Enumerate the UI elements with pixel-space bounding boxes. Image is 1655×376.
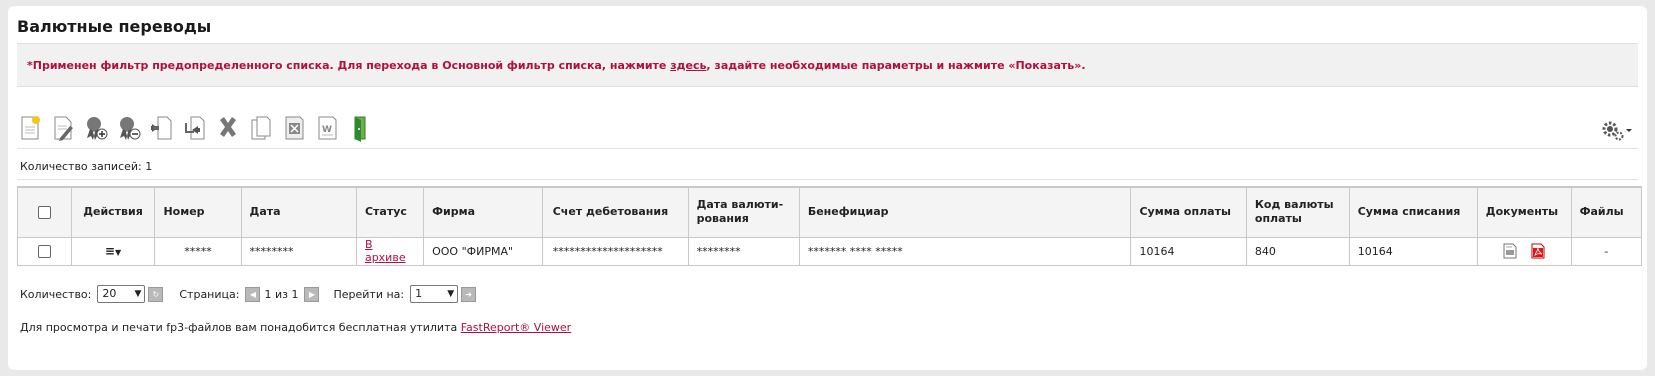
goto-label: Перейти на:	[333, 287, 405, 301]
select-all-checkbox[interactable]	[37, 205, 51, 219]
header-firm[interactable]: Фирма	[423, 186, 543, 238]
edit-document-icon[interactable]	[50, 114, 76, 142]
table-row[interactable]: ≡▼ ***** ******** В архиве ООО "ФИРМА" *…	[17, 236, 1643, 266]
row-number: *****	[154, 236, 242, 266]
copy-icon[interactable]	[248, 114, 274, 142]
records-count: Количество записей: 1	[20, 160, 153, 173]
quantity-value: 20	[102, 287, 117, 300]
svg-text:W: W	[322, 125, 332, 135]
page-title: Валютные переводы	[17, 17, 212, 36]
row-checkbox[interactable]	[37, 244, 51, 258]
word-icon[interactable]: W	[314, 114, 340, 142]
header-actions[interactable]: Действия	[70, 186, 156, 238]
row-status-cell: В архиве	[355, 236, 425, 266]
document-print-icon[interactable]	[1502, 243, 1518, 259]
select-all-header	[17, 186, 72, 238]
fastreport-link[interactable]: FastReport® Viewer	[461, 321, 571, 334]
chevron-down-icon	[1626, 129, 1632, 132]
prev-page-icon[interactable]: ◀	[245, 286, 261, 302]
row-debit-sum: 10164	[1348, 236, 1478, 266]
row-currency-code: 840	[1245, 236, 1350, 266]
footer-note: Для просмотра и печати fp3-файлов вам по…	[20, 321, 571, 334]
header-payment-sum[interactable]: Сумма оплаты	[1130, 186, 1247, 238]
table-header-row: Действия Номер Дата Статус Фирма Счет де…	[17, 186, 1643, 238]
send-icon[interactable]	[149, 114, 175, 142]
header-files: Файлы	[1570, 186, 1643, 238]
sign-remove-icon[interactable]	[116, 114, 142, 142]
chevron-down-icon: ▼	[134, 289, 142, 299]
page-value: 1 из 1	[264, 287, 299, 301]
row-payment-sum: 10164	[1130, 236, 1247, 266]
header-currency-date[interactable]: Дата валюти-рования	[687, 186, 800, 238]
header-number[interactable]: Номер	[154, 186, 242, 238]
header-debit-account[interactable]: Счет дебетования	[541, 186, 689, 238]
settings-button[interactable]	[1599, 119, 1633, 143]
main-panel: Валютные переводы *Применен фильтр предо…	[8, 6, 1647, 370]
divider	[17, 179, 1638, 180]
row-status-link[interactable]: В архиве	[365, 238, 406, 264]
next-page-icon[interactable]: ▶	[304, 286, 320, 302]
quantity-select[interactable]: 20 ▼	[97, 285, 146, 303]
notice-text-after: , задайте необходимые параметры и нажмит…	[706, 59, 1086, 72]
actions-menu-icon[interactable]: ≡▼	[105, 244, 121, 258]
header-beneficiary[interactable]: Бенефициар	[798, 186, 1132, 238]
quantity-label: Количество:	[20, 287, 92, 301]
new-document-icon[interactable]	[17, 114, 43, 142]
goto-arrow-icon[interactable]: ➜	[461, 286, 477, 302]
export-icon[interactable]	[281, 114, 307, 142]
refresh-icon[interactable]: ↻	[148, 286, 164, 302]
sign-add-icon[interactable]	[83, 114, 109, 142]
footer-text: Для просмотра и печати fp3-файлов вам по…	[20, 321, 461, 334]
notice-filter-link[interactable]: здесь	[670, 59, 706, 72]
divider	[17, 148, 1638, 149]
header-currency-code[interactable]: Код валюты оплаты	[1245, 186, 1350, 238]
row-currency-date: ********	[687, 236, 800, 266]
header-debit-sum[interactable]: Сумма списания	[1348, 186, 1478, 238]
delete-icon[interactable]	[215, 114, 241, 142]
chevron-down-icon: ▼	[447, 289, 455, 299]
row-date: ********	[240, 236, 357, 266]
row-firm: ООО "ФИРМА"	[423, 236, 543, 266]
row-select-cell	[17, 236, 72, 266]
row-actions-cell: ≡▼	[70, 236, 156, 266]
page-label: Страница:	[179, 287, 240, 301]
filter-notice: *Применен фильтр предопределенного списк…	[17, 43, 1638, 87]
row-beneficiary: ******* **** *****	[798, 236, 1132, 266]
row-documents-cell	[1476, 236, 1572, 266]
row-files: -	[1570, 236, 1643, 266]
goto-page-select[interactable]: 1 ▼	[410, 285, 459, 303]
pager: Количество: 20 ▼ ↻ Страница: ◀ 1 из 1 ▶ П…	[20, 284, 477, 304]
receive-icon[interactable]	[182, 114, 208, 142]
exit-icon[interactable]	[347, 114, 373, 142]
gear-icon	[1602, 121, 1624, 141]
header-date[interactable]: Дата	[240, 186, 357, 238]
row-debit-account: ********************	[541, 236, 689, 266]
header-status[interactable]: Статус	[355, 186, 425, 238]
notice-text-before: *Применен фильтр предопределенного списк…	[27, 59, 671, 72]
transfers-table: Действия Номер Дата Статус Фирма Счет де…	[17, 186, 1643, 266]
pdf-icon[interactable]	[1530, 243, 1546, 259]
goto-value: 1	[415, 287, 423, 300]
header-documents: Документы	[1476, 186, 1572, 238]
